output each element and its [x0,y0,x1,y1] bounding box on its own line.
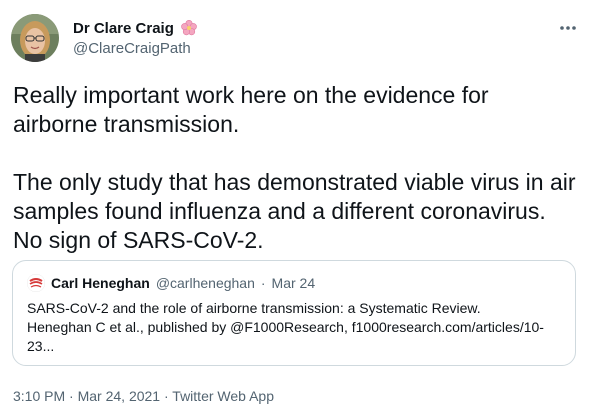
cherry-blossom-icon [180,19,198,37]
tweet-line: Really important work here on the eviden… [13,82,489,108]
quoted-handle: @carlheneghan [155,275,255,291]
user-avatar-photo [11,14,59,62]
tweet-line: No sign of SARS-CoV-2. [13,227,264,253]
quoted-separator: · [260,275,266,291]
metadata-separator: · [163,388,169,404]
quoted-body-line: 23... [27,338,55,354]
quoted-date: Mar 24 [271,275,316,291]
tweet-metadata: 3:10 PM · Mar 24, 2021 · Twitter Web App [13,388,274,404]
quoted-body-line: Heneghan C et al., published by @F1000Re… [27,319,544,335]
quoted-user-avatar [27,274,45,292]
author-avatar[interactable] [11,14,59,62]
tweet-source[interactable]: Twitter Web App [172,388,274,404]
metadata-separator: · [69,388,74,404]
quoted-tweet-header: Carl Heneghan @carlheneghan · Mar 24 [27,274,315,292]
more-horizontal-icon[interactable] [556,18,580,38]
author-handle[interactable]: @ClareCraigPath [73,40,198,57]
quoted-display-name: Carl Heneghan [51,275,150,291]
tweet-time[interactable]: 3:10 PM [13,388,65,404]
tweet-date[interactable]: Mar 24, 2021 [78,388,161,404]
tweet-line: samples found influenza and a different … [13,198,546,224]
display-name-row: Dr Clare Craig [73,18,198,38]
quoted-body-line: SARS-CoV-2 and the role of airborne tran… [27,300,481,316]
tweet-line: airborne transmission. [13,111,240,137]
quoted-tweet-card[interactable]: Carl Heneghan @carlheneghan · Mar 24 SAR… [12,260,576,366]
quoted-tweet-body: SARS-CoV-2 and the role of airborne tran… [27,299,567,356]
author-display-name[interactable]: Dr Clare Craig [73,20,174,37]
tweet-line: The only study that has demonstrated via… [13,169,576,195]
tweet-text: Really important work here on the eviden… [13,81,593,255]
tweet-author: Dr Clare Craig @ClareCraigPath [73,18,198,57]
